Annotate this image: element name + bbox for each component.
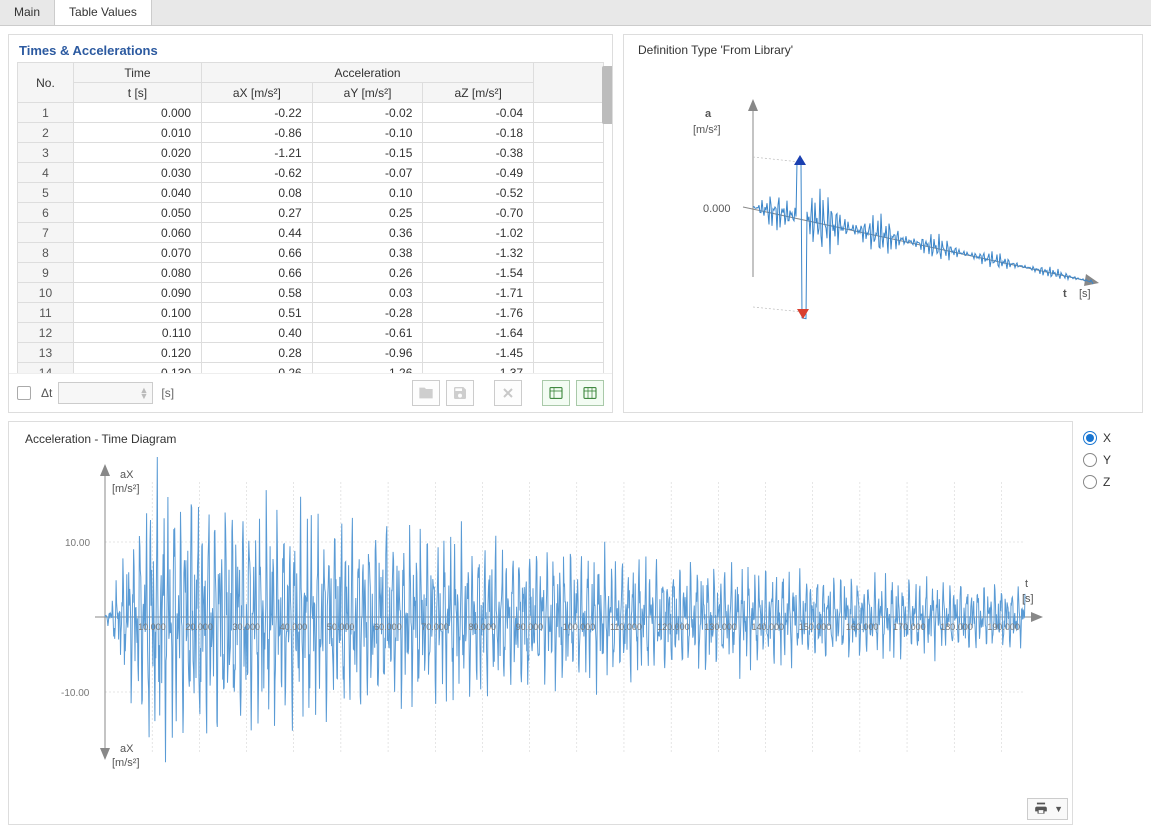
svg-text:180.000: 180.000 <box>940 622 973 632</box>
svg-text:90.000: 90.000 <box>516 622 544 632</box>
radio-icon <box>1083 453 1097 467</box>
svg-text:170.000: 170.000 <box>893 622 926 632</box>
tab-bar: Main Table Values <box>0 0 1151 26</box>
acceleration-time-diagram-panel: Acceleration - Time Diagram 10.00 -10.00 <box>8 421 1073 825</box>
diagram-title: Acceleration - Time Diagram <box>25 432 1056 446</box>
col-accel-group: Acceleration <box>202 63 534 83</box>
table-row[interactable]: 120.1100.40-0.61-1.64 <box>18 323 604 343</box>
tab-table-values[interactable]: Table Values <box>55 0 152 25</box>
svg-text:160.000: 160.000 <box>846 622 879 632</box>
svg-text:[m/s²]: [m/s²] <box>112 483 140 495</box>
table-row[interactable]: 110.1000.51-0.28-1.76 <box>18 303 604 323</box>
table-row[interactable]: 50.0400.080.10-0.52 <box>18 183 604 203</box>
svg-text:70.000: 70.000 <box>421 622 449 632</box>
col-ax: aX [m/s²] <box>202 83 313 103</box>
svg-text:150.000: 150.000 <box>799 622 832 632</box>
table-row[interactable]: 80.0700.660.38-1.32 <box>18 243 604 263</box>
delete-button[interactable] <box>494 380 522 406</box>
svg-text:aX: aX <box>120 743 134 755</box>
save-button[interactable] <box>446 380 474 406</box>
col-az: aZ [m/s²] <box>423 83 534 103</box>
axis-radio-x[interactable]: X <box>1083 431 1143 445</box>
table-row[interactable]: 140.1300.26-1.26-1.37 <box>18 363 604 374</box>
definition-preview-panel: Definition Type 'From Library' <box>623 34 1143 413</box>
export-excel-button[interactable] <box>542 380 570 406</box>
preview-chart: a [m/s²] 0.000 t [s] <box>638 67 1128 367</box>
svg-text:30.000: 30.000 <box>233 622 261 632</box>
svg-text:[m/s²]: [m/s²] <box>112 757 140 769</box>
table-toolbar: Δt ▲▼ [s] <box>9 373 612 412</box>
delta-t-spinner[interactable]: ▲▼ <box>58 382 153 404</box>
svg-text:[s]: [s] <box>1079 288 1091 300</box>
svg-text:190.000: 190.000 <box>987 622 1020 632</box>
printer-icon <box>1032 802 1050 816</box>
svg-text:140.000: 140.000 <box>752 622 785 632</box>
svg-text:80.000: 80.000 <box>468 622 496 632</box>
radio-label: Y <box>1103 453 1111 467</box>
svg-text:-10.00: -10.00 <box>61 688 90 699</box>
svg-text:20.000: 20.000 <box>185 622 213 632</box>
chevron-down-icon: ▼ <box>1054 804 1063 814</box>
col-time-group: Time <box>73 63 201 83</box>
radio-icon <box>1083 431 1097 445</box>
table-row[interactable]: 100.0900.580.03-1.71 <box>18 283 604 303</box>
radio-label: X <box>1103 431 1111 445</box>
svg-text:t: t <box>1025 578 1028 590</box>
panel-title: Times & Accelerations <box>9 35 612 62</box>
svg-text:t: t <box>1063 288 1067 300</box>
times-accelerations-panel: Times & Accelerations No. Time Accelerat… <box>8 34 613 413</box>
table-row[interactable]: 60.0500.270.25-0.70 <box>18 203 604 223</box>
radio-icon <box>1083 475 1097 489</box>
table-row[interactable]: 30.020-1.21-0.15-0.38 <box>18 143 604 163</box>
svg-text:60.000: 60.000 <box>374 622 402 632</box>
table-row[interactable]: 90.0800.660.26-1.54 <box>18 263 604 283</box>
unit-seconds: [s] <box>161 386 174 400</box>
import-excel-button[interactable] <box>576 380 604 406</box>
table-row[interactable]: 70.0600.440.36-1.02 <box>18 223 604 243</box>
svg-text:100.000: 100.000 <box>563 622 596 632</box>
table-row[interactable]: 20.010-0.86-0.10-0.18 <box>18 123 604 143</box>
max-marker-icon <box>794 155 806 165</box>
delta-t-checkbox[interactable] <box>17 386 31 400</box>
axis-selector: X Y Z <box>1083 421 1143 825</box>
open-file-button[interactable] <box>412 380 440 406</box>
acceleration-time-chart: 10.00 -10.00 10.000 20.000 30.000 40.000 50.… <box>25 452 1045 772</box>
svg-text:120.000: 120.000 <box>657 622 690 632</box>
svg-text:40.000: 40.000 <box>280 622 308 632</box>
table-row[interactable]: 40.030-0.62-0.07-0.49 <box>18 163 604 183</box>
col-time: t [s] <box>73 83 201 103</box>
svg-text:10.00: 10.00 <box>65 538 90 549</box>
col-no: No. <box>18 63 74 103</box>
table-scrollbar[interactable] <box>602 66 612 124</box>
acceleration-table[interactable]: No. Time Acceleration t [s] aX [m/s²] aY… <box>17 62 604 373</box>
delta-t-label: Δt <box>41 386 52 400</box>
col-ay: aY [m/s²] <box>312 83 423 103</box>
svg-text:130.000: 130.000 <box>704 622 737 632</box>
definition-title: Definition Type 'From Library' <box>638 43 1128 57</box>
svg-text:110.000: 110.000 <box>610 622 642 632</box>
svg-text:10.000: 10.000 <box>138 622 166 632</box>
svg-text:[m/s²]: [m/s²] <box>693 124 721 136</box>
tab-main[interactable]: Main <box>0 0 55 25</box>
svg-text:aX: aX <box>120 469 134 481</box>
min-marker-icon <box>797 309 809 319</box>
axis-radio-z[interactable]: Z <box>1083 475 1143 489</box>
svg-text:a: a <box>705 108 712 120</box>
svg-text:[s]: [s] <box>1022 593 1034 605</box>
svg-text:50.000: 50.000 <box>327 622 355 632</box>
radio-label: Z <box>1103 475 1110 489</box>
table-row[interactable]: 130.1200.28-0.96-1.45 <box>18 343 604 363</box>
table-row[interactable]: 10.000-0.22-0.02-0.04 <box>18 103 604 123</box>
axis-radio-y[interactable]: Y <box>1083 453 1143 467</box>
col-empty <box>534 63 604 103</box>
svg-text:0.000: 0.000 <box>703 203 731 215</box>
print-button[interactable]: ▼ <box>1027 798 1068 820</box>
